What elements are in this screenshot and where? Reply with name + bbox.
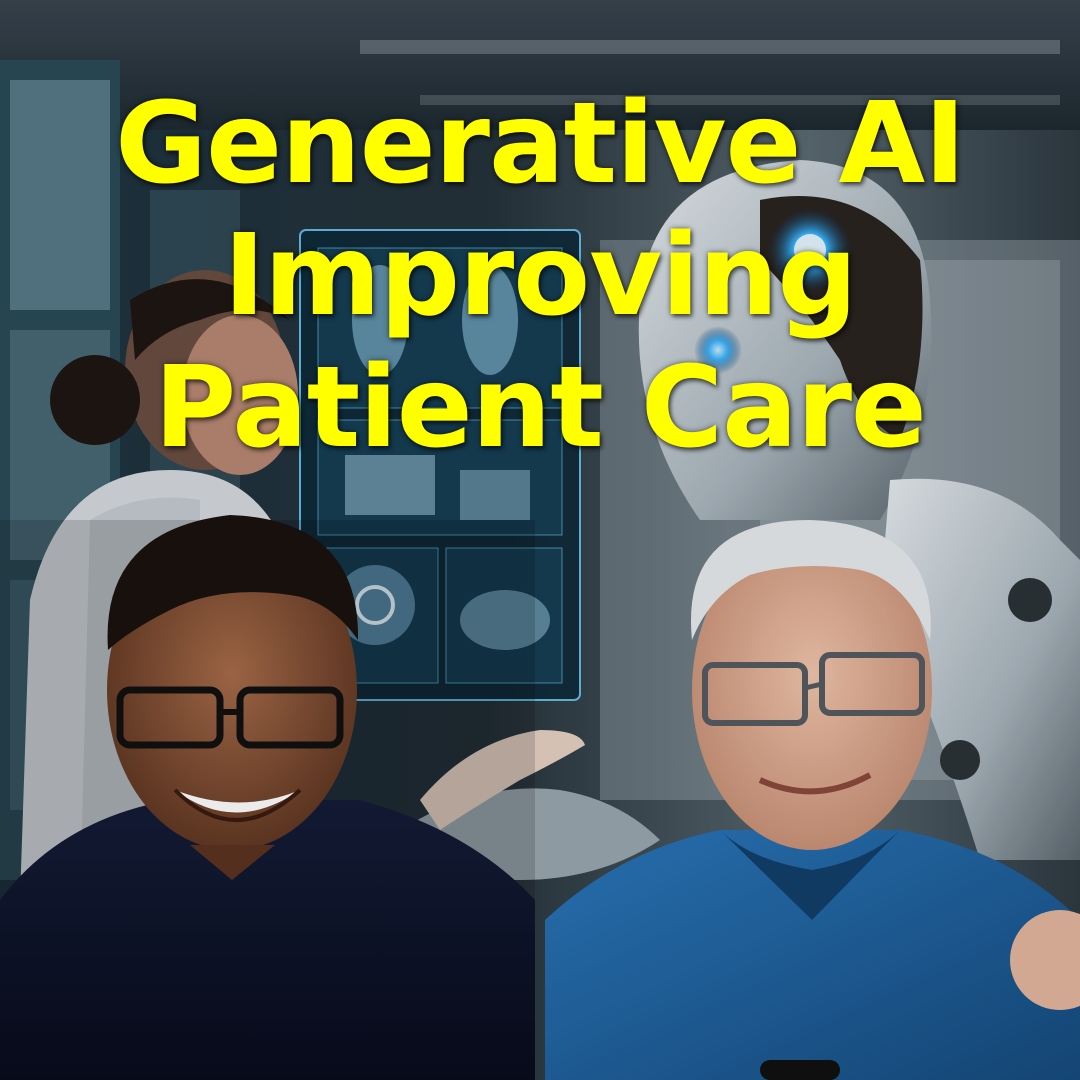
headline-line-1: Generative AI <box>115 79 966 209</box>
headline-line-2: Improving <box>223 211 857 341</box>
headline-title: Generative AI Improving Patient Care <box>0 78 1080 474</box>
thumbnail-poster: Generative AI Improving Patient Care <box>0 0 1080 1080</box>
headline-line-3: Patient Care <box>154 343 927 473</box>
